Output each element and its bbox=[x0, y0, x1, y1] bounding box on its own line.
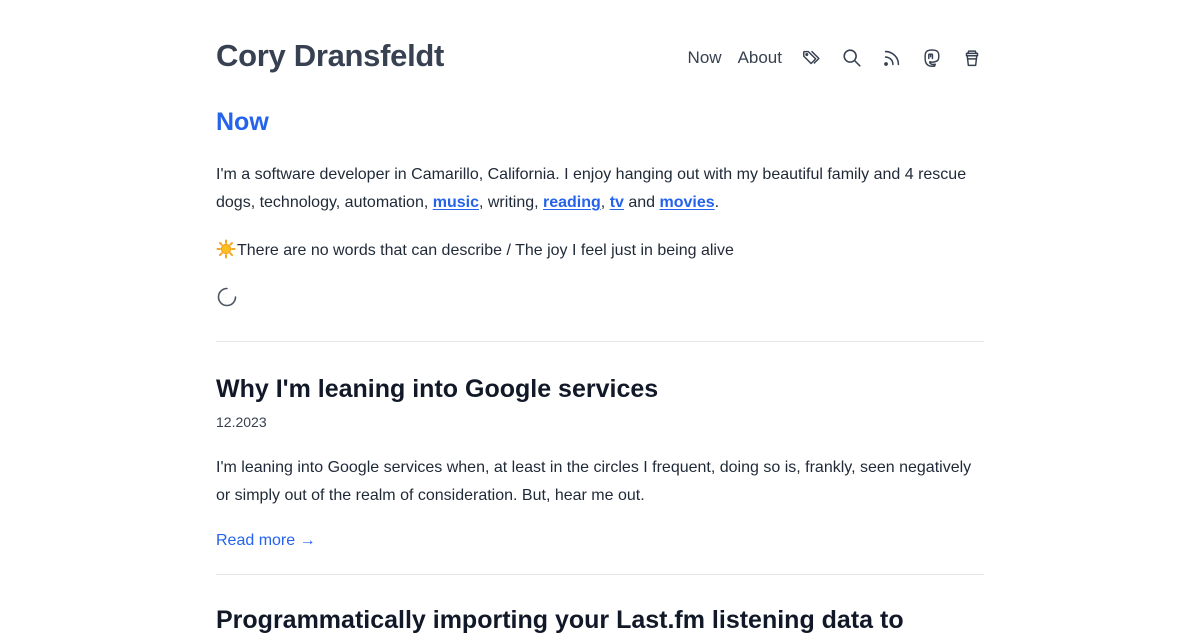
rss-icon[interactable] bbox=[880, 46, 904, 70]
music-link[interactable]: music bbox=[433, 194, 479, 211]
coffee-cup-icon[interactable] bbox=[960, 46, 984, 70]
intro-text-2: , writing, bbox=[478, 194, 543, 211]
intro-paragraph: I'm a software developer in Camarillo, C… bbox=[216, 161, 984, 217]
post-title[interactable]: Why I'm leaning into Google services bbox=[216, 375, 658, 404]
search-icon[interactable] bbox=[840, 46, 864, 70]
now-playing-lyric: There are no words that can describe / T… bbox=[216, 237, 734, 265]
reading-link[interactable]: reading bbox=[543, 194, 601, 211]
lyric-text: There are no words that can describe / T… bbox=[237, 242, 734, 259]
loading-spinner-icon bbox=[216, 286, 238, 308]
nav-link-about[interactable]: About bbox=[738, 48, 782, 68]
main-nav: Now About bbox=[688, 44, 984, 72]
tv-link[interactable]: tv bbox=[610, 194, 624, 211]
page-container: Cory Dransfeldt Now About Now I'm a soft… bbox=[216, 0, 984, 259]
intro-text-4: and bbox=[623, 194, 660, 211]
divider bbox=[216, 341, 984, 342]
site-header: Cory Dransfeldt Now About bbox=[216, 0, 984, 120]
now-heading: Now bbox=[216, 108, 269, 136]
site-title[interactable]: Cory Dransfeldt bbox=[216, 38, 444, 74]
mastodon-icon[interactable] bbox=[920, 46, 944, 70]
post-excerpt: I'm leaning into Google services when, a… bbox=[216, 459, 972, 504]
tags-icon[interactable] bbox=[800, 46, 824, 70]
movies-link[interactable]: movies bbox=[660, 194, 715, 211]
read-more-link[interactable]: Read more → bbox=[216, 532, 316, 550]
intro-text-5: . bbox=[714, 194, 720, 211]
intro-text-3: , bbox=[600, 194, 610, 211]
post-title[interactable]: Programmatically importing your Last.fm … bbox=[216, 606, 904, 635]
divider bbox=[216, 574, 984, 575]
post-date: 12.2023 bbox=[216, 414, 267, 430]
nav-link-now[interactable]: Now bbox=[688, 48, 722, 68]
sun-icon bbox=[216, 239, 236, 259]
